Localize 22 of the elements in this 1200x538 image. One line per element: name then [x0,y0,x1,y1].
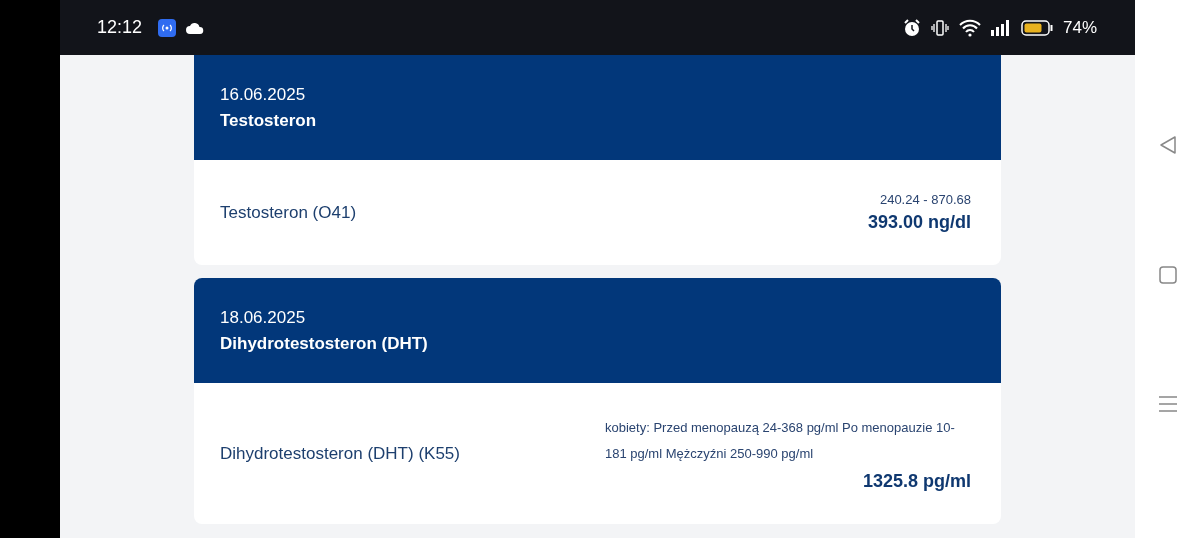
result-title: Dihydrotestosteron (DHT) [220,333,429,354]
back-icon[interactable] [1157,135,1178,156]
alarm-icon [902,18,921,37]
result-value: 393.00 ng/dl [867,212,971,233]
battery-percent: 74% [1062,17,1097,38]
hotspot-icon [158,18,177,37]
clock-time: 12:12 [97,17,143,38]
result-title: Testosteron [220,110,318,131]
vibrate-icon [930,18,949,37]
result-date: 18.06.2025 [220,307,307,328]
cloud-icon [186,21,205,34]
reference-range: kobiety: Przed menopauzą 24-368 pg/ml Po menopauzie 10-181 pg/ml Mężczyźni 250-990 pg/ml [605,419,956,463]
reference-range: 240.24 - 870.68 [879,192,971,208]
test-name: Testosteron (O41) [220,202,358,223]
battery-icon [1020,19,1053,36]
menu-icon[interactable] [1157,394,1178,413]
test-name: Dihydrotestosteron (DHT) (K55) [220,443,461,464]
result-date: 16.06.2025 [220,84,307,105]
home-icon[interactable] [1158,266,1177,284]
signal-icon [990,19,1011,36]
result-value: 1325.8 pg/ml [862,471,971,492]
wifi-icon [958,18,981,37]
